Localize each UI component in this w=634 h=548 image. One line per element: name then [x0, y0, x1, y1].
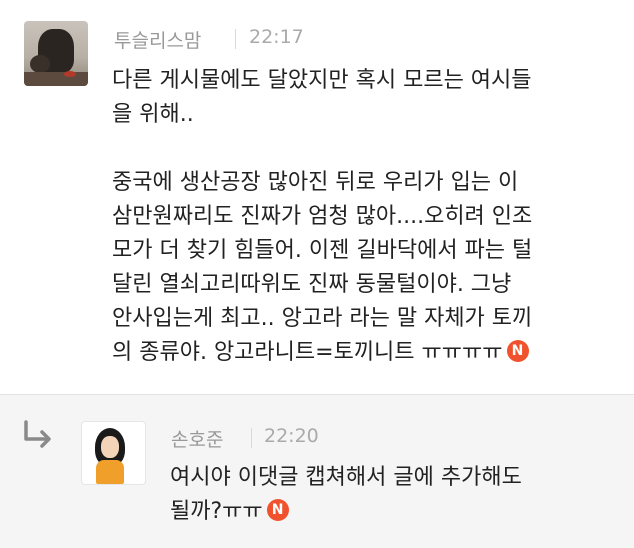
meta-divider: [235, 29, 236, 49]
comment-item: 투슬리스맘 22:17 다른 게시물에도 달았지만 혹시 모르는 여시들 을 위…: [0, 0, 634, 394]
comment-text: 여시야 이댓글 캡쳐해서 글에 추가해도 될까?ㅠㅠ: [170, 465, 522, 524]
avatar[interactable]: [24, 21, 88, 86]
reply-arrow-icon: [24, 420, 51, 448]
avatar[interactable]: [81, 421, 146, 485]
comment-author[interactable]: 손호준: [171, 425, 223, 452]
new-badge-icon: N: [266, 499, 289, 521]
comment-time: 22:20: [264, 425, 319, 447]
reply-comment-item: 손호준 22:20 여시야 이댓글 캡쳐해서 글에 추가해도 될까?ㅠㅠ N: [0, 394, 634, 548]
comment-author[interactable]: 투슬리스맘: [114, 26, 201, 53]
comment-body: 여시야 이댓글 캡쳐해서 글에 추가해도 될까?ㅠㅠ N: [170, 461, 610, 529]
new-badge-icon: N: [506, 340, 529, 362]
comment-body: 다른 게시물에도 달았지만 혹시 모르는 여시들 을 위해.. 중국에 생산공장…: [112, 64, 617, 370]
comment-time: 22:17: [249, 26, 304, 48]
meta-divider: [251, 428, 252, 448]
comment-text: 다른 게시물에도 달았지만 혹시 모르는 여시들 을 위해.. 중국에 생산공장…: [112, 68, 533, 365]
